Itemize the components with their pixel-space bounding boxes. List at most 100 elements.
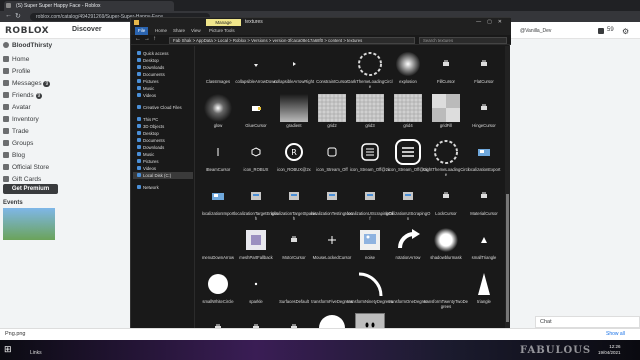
file-grid: ClassImages collapsibleArrowDown collapsib…	[199, 46, 505, 348]
sidebar-item-label: Trade	[12, 128, 29, 135]
nav-item-3d-objects[interactable]: 3D Objects	[137, 123, 164, 130]
nav-item-label: Videos	[143, 166, 157, 171]
sidebar-item-messages[interactable]: Messages 9	[3, 79, 51, 89]
sidebar-item-home[interactable]: Home	[3, 55, 29, 65]
ribbon-tab-home[interactable]: Home	[155, 27, 167, 35]
plus-thumbnail-icon	[318, 226, 346, 254]
nav-item-this-pc[interactable]: This PC	[137, 116, 158, 123]
sidebar-item-groups[interactable]: Groups	[3, 139, 33, 149]
downloaded-file[interactable]: Png.png	[5, 331, 26, 337]
blank-thumbnail-icon	[204, 226, 232, 254]
tab-favicon-icon	[6, 3, 11, 8]
browser-tab[interactable]: (S) Super Super Happy Face - Roblox	[4, 1, 174, 11]
show-all-downloads-button[interactable]: Show all	[606, 331, 625, 337]
nav-item-local-disk-c[interactable]: Local Disk (C:)	[133, 172, 193, 179]
rotation-thumbnail-icon	[394, 226, 422, 254]
roblox-logo[interactable]: ROBLOX	[5, 26, 49, 36]
friends-icon	[3, 92, 9, 98]
sidebar-item-profile[interactable]: Profile	[3, 67, 30, 77]
sidebar-item-official-store[interactable]: Official Store	[3, 163, 49, 173]
sidebar-item-blog[interactable]: Blog	[3, 151, 25, 161]
gift-card-icon	[3, 176, 9, 182]
event-banner-image[interactable]	[3, 208, 55, 240]
back-arrow-icon[interactable]: ←	[5, 12, 12, 19]
nav-item-documents[interactable]: Documents	[137, 137, 165, 144]
blank-thumbnail-icon	[318, 270, 346, 298]
ribbon-tab-file[interactable]: File	[135, 27, 149, 35]
nav-item-desktop[interactable]: Desktop	[137, 57, 159, 64]
up-arrow-icon[interactable]: ↑	[153, 36, 156, 42]
folder-icon	[137, 117, 141, 121]
nav-item-documents[interactable]: Documents	[137, 71, 165, 78]
nav-item-music[interactable]: Music	[137, 151, 154, 158]
sidebar-username[interactable]: BloodThirsty	[3, 41, 52, 51]
address-bar[interactable]: Fab Shak > AppData > Local > Roblox > Ve…	[169, 37, 415, 44]
folder-icon	[137, 58, 141, 62]
explosion-thumbnail-icon	[394, 50, 422, 78]
blank-thumbnail-icon	[280, 270, 308, 298]
search-input[interactable]: Search textures	[419, 37, 507, 44]
cursor-thumbnail-icon	[470, 50, 498, 78]
window-controls[interactable]: —▢✕	[476, 18, 508, 27]
nav-item-desktop[interactable]: Desktop	[137, 130, 159, 137]
nav-item-network[interactable]: Network	[137, 184, 159, 191]
forward-icon[interactable]: →	[144, 36, 150, 42]
chat-bar[interactable]: Chat	[535, 316, 640, 328]
nav-item-label: Music	[143, 86, 155, 91]
scrollbar-thumb[interactable]	[506, 194, 509, 322]
triangle-thumbnail-icon	[470, 270, 498, 298]
nav-item-label: Desktop	[143, 58, 159, 63]
friends-badge: 9	[35, 93, 43, 99]
blog-icon	[3, 152, 9, 158]
nav-item-quick-access[interactable]: Quick access	[137, 50, 169, 57]
file-name: localizationExport	[467, 167, 501, 172]
nav-item-label: Creative Cloud Files	[143, 105, 182, 110]
shadow-thumbnail-icon	[432, 226, 460, 254]
nav-item-downloads[interactable]: Downloads	[137, 144, 164, 151]
folder-icon	[137, 138, 141, 142]
ribbon-tab-share[interactable]: Share	[173, 27, 185, 35]
profile-icon	[3, 68, 9, 74]
gear-icon[interactable]: ⚙	[622, 27, 629, 36]
nav-item-pictures[interactable]: Pictures	[137, 158, 159, 165]
nav-item-videos[interactable]: Videos	[137, 165, 156, 172]
sidebar-item-label: Gift Cards	[12, 176, 42, 183]
sidebar-item-label: Inventory	[12, 116, 39, 123]
file-explorer-window: Manage textures —▢✕ File Home Share View…	[130, 17, 511, 348]
sidebar-item-trade[interactable]: Trade	[3, 127, 29, 137]
loc-thumbnail-icon	[470, 138, 498, 166]
nav-item-creative-cloud-files[interactable]: Creative Cloud Files	[137, 104, 182, 111]
nav-item-pictures[interactable]: Pictures	[137, 78, 159, 85]
sidebar-item-avatar[interactable]: Avatar	[3, 103, 31, 113]
ribbon-tab-view[interactable]: View	[191, 27, 201, 35]
blank-thumbnail-icon	[432, 270, 460, 298]
loc2-thumbnail-icon	[242, 182, 270, 210]
nav-item-music[interactable]: Music	[137, 85, 154, 92]
glow-thumbnail-icon	[204, 94, 232, 122]
blank-thumbnail-icon	[204, 50, 232, 78]
taskbar-links[interactable]: Links	[30, 350, 42, 356]
noise-thumbnail-icon	[356, 226, 384, 254]
nav-item-videos[interactable]: Videos	[137, 92, 156, 99]
nav-item-label: Desktop	[143, 131, 159, 136]
header-username[interactable]: @Vanilla_Dev	[520, 28, 551, 34]
sidebar-item-friends[interactable]: Friends 9	[3, 91, 43, 101]
nav-item-downloads[interactable]: Downloads	[137, 64, 164, 71]
get-premium-button[interactable]: Get Premium	[3, 184, 58, 194]
nav-item-label: Videos	[143, 93, 157, 98]
reload-icon[interactable]: ↻	[15, 12, 21, 20]
arrow-down-thumbnail-icon	[242, 50, 270, 78]
nav-discover-link[interactable]: Discover	[72, 26, 102, 33]
loc2-thumbnail-icon	[394, 182, 422, 210]
tri-small-thumbnail-icon	[470, 226, 498, 254]
manage-tab[interactable]: Manage	[206, 19, 241, 26]
windows-start-icon[interactable]: ⊞	[4, 344, 12, 355]
sidebar-item-inventory[interactable]: Inventory	[3, 115, 39, 125]
ribbon-tab-picture-tools[interactable]: Picture Tools	[209, 27, 235, 35]
stream-thumbnail-icon	[356, 138, 384, 166]
folder-icon	[137, 65, 141, 69]
folder-icon	[137, 72, 141, 76]
back-icon[interactable]: ←	[135, 36, 141, 42]
nav-item-label: Quick access	[143, 51, 169, 56]
robux-icon[interactable]	[598, 28, 604, 34]
